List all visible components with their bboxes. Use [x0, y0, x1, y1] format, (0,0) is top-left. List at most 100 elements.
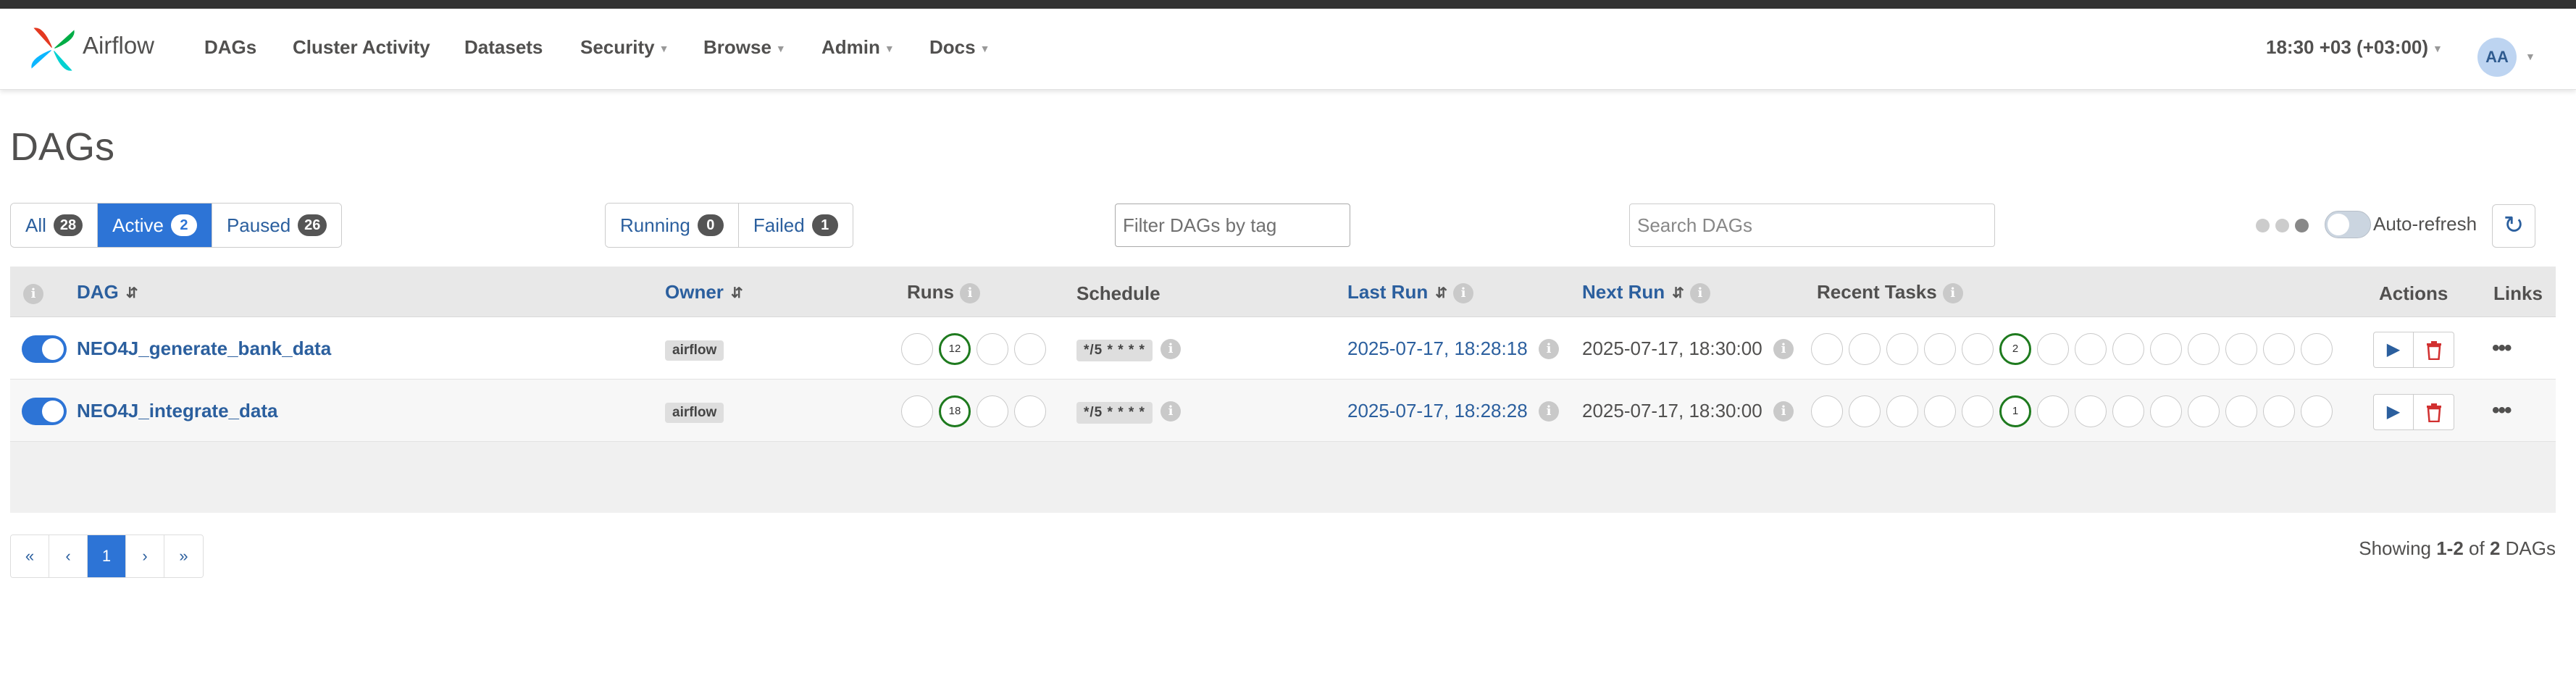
info-icon[interactable]: i	[1161, 401, 1181, 422]
last-run-link[interactable]: 2025-07-17, 18:28:28	[1347, 400, 1528, 422]
timezone-clock[interactable]: 18:30 +03 (+03:00) ▼	[2266, 36, 2443, 59]
task-state-circle[interactable]	[2075, 395, 2107, 427]
header-dag[interactable]: DAG ⇵	[77, 281, 138, 303]
task-state-circle[interactable]	[2188, 333, 2220, 365]
nav-datasets[interactable]: Datasets	[464, 36, 543, 59]
info-icon[interactable]: i	[960, 283, 980, 304]
task-state-circle[interactable]	[1811, 333, 1843, 365]
owner-tag[interactable]: airflow	[665, 340, 724, 361]
task-state-circle[interactable]	[2075, 333, 2107, 365]
dag-id-link[interactable]: NEO4J_integrate_data	[77, 400, 277, 422]
info-icon[interactable]: i	[1773, 339, 1794, 359]
run-state-circle[interactable]	[901, 333, 933, 365]
search-dags-input[interactable]	[1629, 204, 1995, 247]
filter-paused-button[interactable]: Paused 26	[212, 204, 342, 247]
info-icon[interactable]: i	[1773, 401, 1794, 422]
run-state-circle[interactable]	[901, 395, 933, 427]
run-state-circle[interactable]	[1014, 333, 1046, 365]
delete-dag-button[interactable]	[2414, 332, 2454, 367]
trigger-dag-button[interactable]: ▶	[2374, 395, 2414, 429]
next-run-value: 2025-07-17, 18:30:00	[1582, 338, 1762, 359]
task-state-circle[interactable]	[2150, 333, 2182, 365]
filter-failed-button[interactable]: Failed 1	[738, 204, 853, 247]
info-icon[interactable]: i	[1161, 339, 1181, 359]
play-icon: ▶	[2386, 340, 2401, 359]
run-state-circle-success[interactable]: 12	[939, 333, 971, 365]
dags-table: i DAG ⇵ Owner ⇵ Runs i Schedule Last Run ⇵ i …	[10, 267, 2556, 513]
more-dots-icon[interactable]: •••	[2492, 336, 2512, 361]
brand-name: Airflow	[83, 32, 155, 59]
task-state-circle[interactable]	[1886, 395, 1918, 427]
task-state-circle[interactable]	[1924, 395, 1956, 427]
trigger-dag-button[interactable]: ▶	[2374, 332, 2414, 367]
filter-running-button[interactable]: Running 0	[606, 204, 739, 247]
task-state-circle[interactable]	[1849, 333, 1881, 365]
page-first-button[interactable]: «	[11, 535, 49, 577]
sort-icon: ⇵	[1435, 285, 1447, 302]
info-icon[interactable]: i	[1689, 283, 1710, 304]
info-icon[interactable]: i	[1453, 283, 1473, 304]
task-state-circle[interactable]	[2225, 395, 2257, 427]
header-last-run[interactable]: Last Run ⇵ i	[1347, 281, 1473, 304]
task-state-circle[interactable]	[2263, 395, 2295, 427]
task-state-circle[interactable]	[2301, 333, 2333, 365]
page-prev-button[interactable]: ‹	[49, 535, 88, 577]
sort-icon: ⇵	[730, 285, 743, 302]
info-icon[interactable]: i	[1539, 339, 1559, 359]
filter-active-button[interactable]: Active 2	[98, 204, 212, 247]
last-run-link[interactable]: 2025-07-17, 18:28:18	[1347, 338, 1528, 360]
chevron-down-icon: ▼	[2433, 43, 2443, 55]
page-last-button[interactable]: »	[164, 535, 203, 577]
dag-active-toggle[interactable]	[22, 398, 67, 425]
dag-active-toggle[interactable]	[22, 335, 67, 363]
run-state-circle-success[interactable]: 18	[939, 395, 971, 427]
user-avatar[interactable]: AA	[2477, 38, 2517, 77]
task-state-circle[interactable]	[2037, 333, 2069, 365]
run-state-circle[interactable]	[977, 333, 1008, 365]
filter-all-button[interactable]: All 28	[11, 204, 99, 247]
nav-cluster-activity[interactable]: Cluster Activity	[293, 36, 430, 59]
page-current-button[interactable]: 1	[88, 535, 126, 577]
more-dots-icon[interactable]: •••	[2492, 398, 2512, 423]
header-recent-tasks-label: Recent Tasks	[1817, 281, 1937, 303]
header-owner[interactable]: Owner ⇵	[665, 281, 743, 303]
task-state-circle[interactable]	[2112, 395, 2144, 427]
header-next-run[interactable]: Next Run ⇵ i	[1582, 281, 1710, 304]
showing-total: 2	[2489, 537, 2501, 559]
refresh-button[interactable]: ↻	[2492, 204, 2535, 248]
task-state-circle[interactable]	[2225, 333, 2257, 365]
page-next-button[interactable]: ›	[126, 535, 164, 577]
nav-dags[interactable]: DAGs	[204, 36, 256, 59]
task-state-circle[interactable]	[1849, 395, 1881, 427]
nav-admin[interactable]: Admin ▼	[821, 36, 895, 59]
delete-dag-button[interactable]	[2414, 395, 2454, 429]
task-state-circle-success[interactable]: 2	[1999, 333, 2031, 365]
showing-of: of	[2469, 537, 2485, 559]
task-state-circle[interactable]	[2037, 395, 2069, 427]
nav-browse[interactable]: Browse ▼	[703, 36, 786, 59]
run-state-circle[interactable]	[1014, 395, 1046, 427]
info-icon[interactable]: i	[1539, 401, 1559, 422]
dag-id-link[interactable]: NEO4J_generate_bank_data	[77, 338, 331, 360]
chevron-down-icon[interactable]: ▼	[2525, 51, 2535, 62]
nav-security[interactable]: Security ▼	[580, 36, 669, 59]
task-state-circle[interactable]	[1924, 333, 1956, 365]
task-state-circle[interactable]	[1962, 333, 1994, 365]
header-last-run-label: Last Run	[1347, 281, 1429, 303]
task-state-circle[interactable]	[2301, 395, 2333, 427]
task-state-circle[interactable]	[1886, 333, 1918, 365]
task-state-circle-success[interactable]: 1	[1999, 395, 2031, 427]
owner-tag[interactable]: airflow	[665, 403, 724, 423]
tag-filter-input[interactable]	[1115, 204, 1350, 247]
brand-logo[interactable]: Airflow	[28, 20, 154, 78]
task-state-circle[interactable]	[1811, 395, 1843, 427]
auto-refresh-toggle[interactable]	[2325, 211, 2371, 238]
nav-docs[interactable]: Docs ▼	[929, 36, 990, 59]
run-state-circle[interactable]	[977, 395, 1008, 427]
info-icon[interactable]: i	[1942, 283, 1963, 304]
task-state-circle[interactable]	[2112, 333, 2144, 365]
task-state-circle[interactable]	[2263, 333, 2295, 365]
task-state-circle[interactable]	[1962, 395, 1994, 427]
task-state-circle[interactable]	[2188, 395, 2220, 427]
task-state-circle[interactable]	[2150, 395, 2182, 427]
